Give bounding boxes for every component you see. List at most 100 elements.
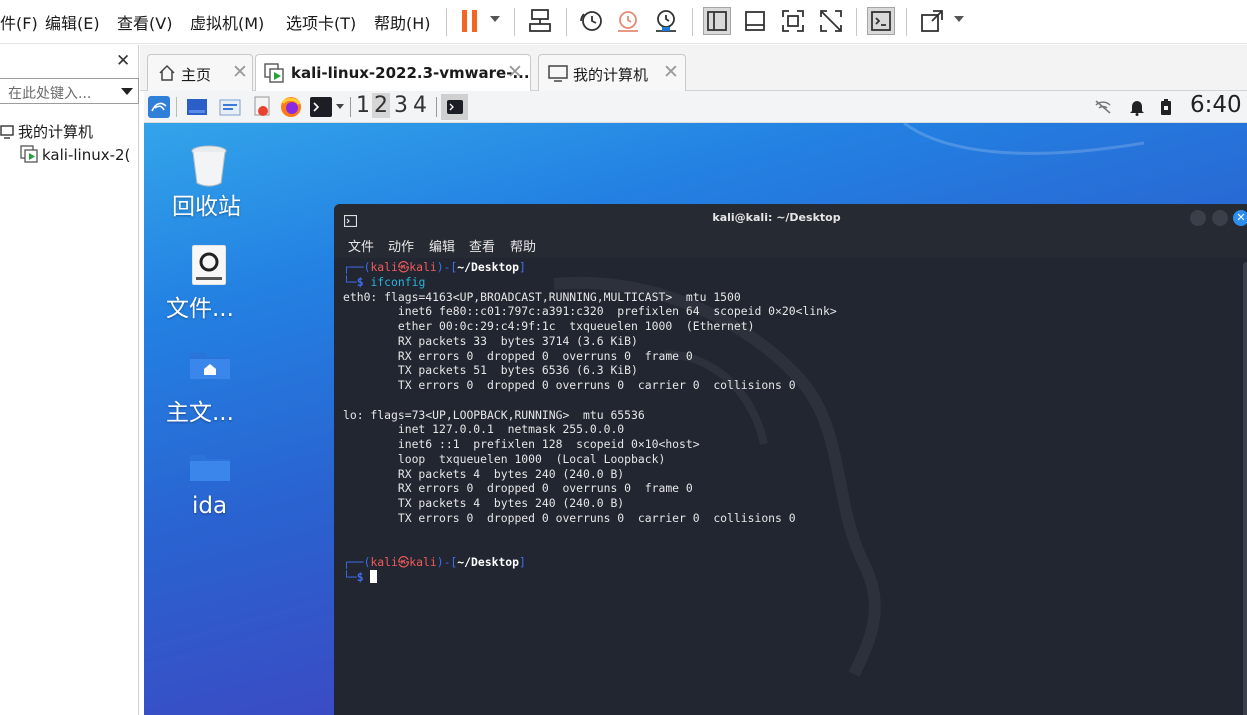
vm-icon	[264, 63, 284, 87]
toolbar-separator	[906, 8, 907, 36]
menu-edit[interactable]: 编辑(E)	[45, 10, 100, 34]
tab-my-computer[interactable]: 我的计算机 ✕	[538, 54, 686, 91]
output-line: RX errors 0 dropped 0 overruns 0 frame 0	[343, 481, 693, 496]
menu-help[interactable]: 帮助(H)	[374, 10, 431, 34]
file-manager-icon[interactable]	[219, 97, 241, 121]
search-placeholder: 在此处键入...	[8, 86, 92, 102]
unity-icon[interactable]	[817, 7, 845, 35]
prompt-user: kali	[370, 260, 398, 274]
prompt-line: ┌──(kali㉿kali)-[~/Desktop]	[343, 260, 526, 274]
tab-home[interactable]: 主页 ✕	[147, 54, 253, 91]
workspace-1[interactable]: 1	[356, 93, 370, 118]
terminal-window[interactable]: kali@kali: ~/Desktop ✕ 文件 动作 编辑 查看 帮助 ┌─…	[334, 204, 1247, 715]
notification-bell-icon[interactable]	[1129, 98, 1145, 120]
output-line: eth0: flags=4163<UP,BROADCAST,RUNNING,MU…	[343, 289, 741, 304]
tree-item-kali-vm[interactable]: kali-linux-2(	[20, 145, 130, 167]
desktop-icon-label: 文件...	[166, 296, 234, 322]
toolbar-separator	[514, 8, 515, 36]
prompt-user: kali	[370, 555, 398, 569]
command-line: └─$ ifconfig	[343, 274, 426, 289]
desktop-icon-label: 主文...	[166, 400, 234, 426]
library-view-icon[interactable]	[703, 7, 731, 35]
desktop-icon-ida[interactable]: ida	[164, 451, 254, 541]
menu-bar: 件(F) 编辑(E) 查看(V) 虚拟机(M) 选项卡(T) 帮助(H)	[0, 0, 1247, 44]
show-desktop-icon[interactable]	[186, 98, 208, 120]
output-line: inet 127.0.0.1 netmask 255.0.0.0	[343, 422, 625, 437]
output-line: TX packets 4 bytes 240 (240.0 B)	[343, 496, 625, 510]
trash-icon	[190, 145, 228, 191]
drive-icon	[191, 244, 227, 289]
output-line: inet6 fe80::c01:797c:a391:c320 prefixlen…	[343, 304, 837, 319]
menu-view[interactable]: 查看(V)	[117, 10, 172, 34]
tab-bar: 主页 ✕ kali-linux-2022.3-vmware-... ✕ 我的计算…	[140, 45, 1247, 91]
text-editor-icon[interactable]	[252, 96, 274, 122]
clock[interactable]: 6:40	[1190, 92, 1242, 118]
terminal-output[interactable]: ┌──(kali㉿kali)-[~/Desktop] └─$ ifconfig …	[343, 260, 1243, 585]
library-sidebar: ✕ 在此处键入... 我的计算机 kali-linux-2(	[0, 45, 139, 715]
prompt-host: kali	[409, 260, 437, 274]
panel-separator	[176, 97, 177, 117]
terminal-scrollbar[interactable]	[1243, 262, 1247, 715]
tab-label: 我的计算机	[573, 66, 649, 84]
tree-item-label: 我的计算机	[18, 123, 94, 141]
prompt-dir: ~/Desktop	[457, 260, 520, 274]
snapshot-manager-icon[interactable]	[652, 7, 680, 35]
close-icon[interactable]: ✕	[232, 61, 248, 83]
firefox-icon[interactable]	[280, 96, 302, 122]
console-view-icon[interactable]	[867, 7, 895, 35]
desktop-icon-trash[interactable]: 回收站	[164, 143, 254, 233]
network-disconnected-icon[interactable]	[1094, 99, 1112, 119]
workspace-3[interactable]: 3	[394, 93, 408, 118]
output-line: inet6 ::1 prefixlen 128 scopeid 0×10<hos…	[343, 437, 700, 451]
kali-menu-icon[interactable]	[148, 96, 170, 122]
desktop-icon-home[interactable]: 主文...	[164, 349, 254, 439]
text-cursor	[370, 569, 378, 583]
stretch-dropdown-caret[interactable]	[954, 16, 964, 22]
vm-console[interactable]: 1 2 3 4 6:40 回收站 文件... 主文... ida kali@ka…	[144, 91, 1247, 715]
kali-panel: 1 2 3 4 6:40	[144, 91, 1247, 123]
command-line[interactable]: └─$	[343, 569, 1243, 585]
output-line: ether 00:0c:29:c4:9f:1c txqueuelen 1000 …	[343, 319, 755, 333]
monitor-icon	[548, 65, 568, 87]
menu-vm[interactable]: 虚拟机(M)	[190, 10, 264, 34]
toolbar-separator	[856, 8, 857, 36]
output-line: TX errors 0 dropped 0 overruns 0 carrier…	[343, 510, 796, 525]
prompt-at: ㉿	[397, 260, 410, 274]
output-line: RX packets 4 bytes 240 (240.0 B)	[343, 466, 625, 481]
snapshot-icon[interactable]	[577, 7, 605, 35]
workspace-4[interactable]: 4	[413, 93, 427, 118]
tab-kali-vm[interactable]: kali-linux-2022.3-vmware-... ✕	[255, 54, 531, 91]
close-icon[interactable]: ✕	[116, 51, 130, 71]
kali-desktop[interactable]: 回收站 文件... 主文... ida kali@kali: ~/Desktop…	[144, 123, 1247, 715]
send-ctrl-alt-del-icon[interactable]	[526, 7, 554, 35]
close-icon[interactable]: ✕	[663, 61, 679, 83]
menu-file[interactable]: 件(F)	[0, 10, 38, 34]
tree-item-label: kali-linux-2(	[42, 146, 131, 164]
terminal-window-button[interactable]	[441, 94, 468, 120]
close-icon[interactable]: ✕	[507, 61, 523, 83]
stretch-icon[interactable]	[918, 7, 946, 35]
battery-icon[interactable]	[1161, 99, 1171, 119]
desktop-icon-filesystem[interactable]: 文件...	[164, 244, 254, 335]
vm-icon	[20, 145, 38, 167]
menu-tabs[interactable]: 选项卡(T)	[286, 10, 356, 34]
workspace-2[interactable]: 2	[372, 93, 390, 118]
pause-icon[interactable]	[456, 7, 484, 35]
prompt-dir: ~/Desktop	[457, 555, 520, 569]
toolbar-separator	[692, 8, 693, 36]
chevron-down-icon[interactable]	[336, 104, 344, 109]
output-line: RX packets 33 bytes 3714 (3.6 KiB)	[343, 333, 638, 348]
tab-label: kali-linux-2022.3-vmware-...	[291, 64, 530, 82]
panel-separator	[350, 97, 351, 117]
full-screen-icon[interactable]	[779, 7, 807, 35]
chevron-down-icon[interactable]	[121, 88, 133, 95]
thumbnail-bar-icon[interactable]	[741, 7, 769, 35]
pause-dropdown-caret[interactable]	[490, 16, 500, 22]
terminal-icon[interactable]	[310, 97, 332, 121]
tree-item-my-computer[interactable]: 我的计算机	[0, 121, 93, 143]
revert-snapshot-icon[interactable]	[614, 7, 642, 35]
library-search-input[interactable]: 在此处键入...	[0, 78, 139, 104]
folder-icon	[190, 451, 230, 485]
